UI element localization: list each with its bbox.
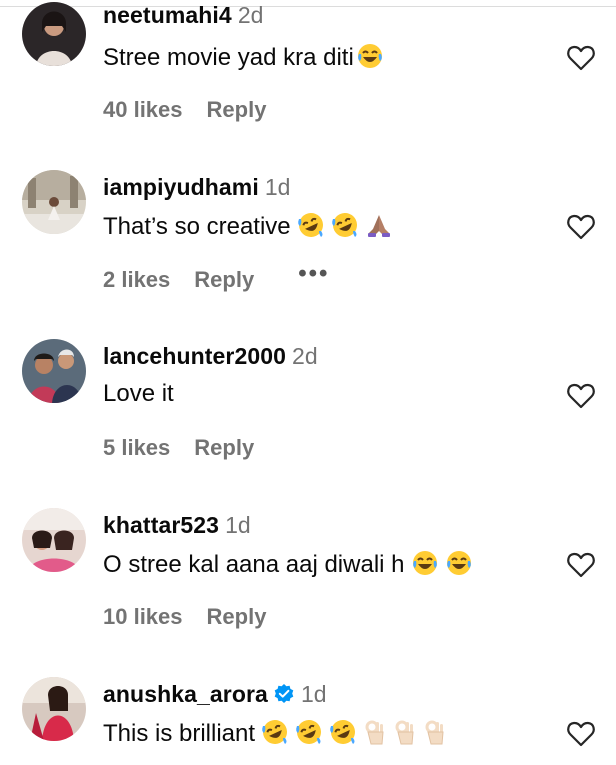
comment-meta: 2 likes Reply •••	[103, 260, 329, 294]
username-link[interactable]: anushka_arora	[103, 681, 268, 707]
folded-hands-emoji-icon	[365, 211, 393, 246]
comment-header: neetumahi4 2d	[103, 2, 263, 32]
comment-time[interactable]: 1d	[265, 174, 291, 200]
more-options-icon[interactable]: •••	[298, 260, 329, 287]
comment-header: anushka_arora 1d	[103, 681, 327, 711]
avatar[interactable]	[22, 170, 86, 234]
likes-count[interactable]: 40 likes	[103, 97, 183, 122]
likes-count[interactable]: 10 likes	[103, 604, 183, 629]
rofl-emoji-icon	[261, 718, 289, 753]
comment-body: That’s so creative	[103, 213, 291, 240]
tears-of-joy-emoji-icon	[445, 549, 473, 584]
comment-body: O stree kal aana aaj diwali h	[103, 551, 405, 578]
comment-body: Stree movie yad kra diti	[103, 44, 354, 71]
comment-text: That’s so creative	[103, 211, 393, 246]
rofl-emoji-icon	[297, 211, 325, 246]
heart-outline-icon[interactable]	[566, 720, 596, 748]
avatar[interactable]	[22, 2, 86, 66]
comment-text: Love it	[103, 380, 174, 408]
comment-time[interactable]: 2d	[238, 2, 264, 28]
ok-hand-emoji-icon	[363, 718, 387, 753]
username-link[interactable]: lancehunter2000	[103, 343, 286, 369]
verified-badge-icon	[273, 683, 295, 705]
rofl-emoji-icon	[331, 211, 359, 246]
comment-meta: 10 likes Reply	[103, 604, 266, 630]
username-link[interactable]: iampiyudhami	[103, 174, 259, 200]
reply-button[interactable]: Reply	[207, 97, 267, 122]
comment-text: O stree kal aana aaj diwali h	[103, 549, 473, 584]
comment-time[interactable]: 2d	[292, 343, 318, 369]
avatar[interactable]	[22, 339, 86, 403]
tears-of-joy-emoji-icon	[356, 42, 384, 77]
ok-hand-emoji-icon	[423, 718, 447, 753]
avatar[interactable]	[22, 677, 86, 741]
likes-count[interactable]: 2 likes	[103, 267, 170, 292]
avatar[interactable]	[22, 508, 86, 572]
likes-count[interactable]: 5 likes	[103, 435, 170, 460]
rofl-emoji-icon	[295, 718, 323, 753]
comment-header: khattar523 1d	[103, 512, 251, 542]
comment-header: lancehunter2000 2d	[103, 343, 318, 373]
ok-hand-emoji-icon	[393, 718, 417, 753]
username-link[interactable]: khattar523	[103, 512, 219, 538]
reply-button[interactable]: Reply	[194, 435, 254, 460]
comment-time[interactable]: 1d	[225, 512, 251, 538]
reply-button[interactable]: Reply	[194, 267, 254, 292]
comment-body: This is brilliant	[103, 720, 256, 747]
comment-text: This is brilliant	[103, 718, 447, 753]
top-divider	[0, 0, 616, 7]
heart-outline-icon[interactable]	[566, 44, 596, 72]
comment-header: iampiyudhami 1d	[103, 174, 290, 204]
rofl-emoji-icon	[329, 718, 357, 753]
heart-outline-icon[interactable]	[566, 551, 596, 579]
comment-meta: 5 likes Reply	[103, 435, 254, 461]
comment-text: Stree movie yad kra diti	[103, 42, 384, 77]
comment-body: Love it	[103, 380, 174, 407]
username-link[interactable]: neetumahi4	[103, 2, 232, 28]
reply-button[interactable]: Reply	[207, 604, 267, 629]
heart-outline-icon[interactable]	[566, 382, 596, 410]
comment-time[interactable]: 1d	[301, 681, 327, 707]
heart-outline-icon[interactable]	[566, 213, 596, 241]
tears-of-joy-emoji-icon	[411, 549, 439, 584]
comment-meta: 40 likes Reply	[103, 97, 266, 123]
